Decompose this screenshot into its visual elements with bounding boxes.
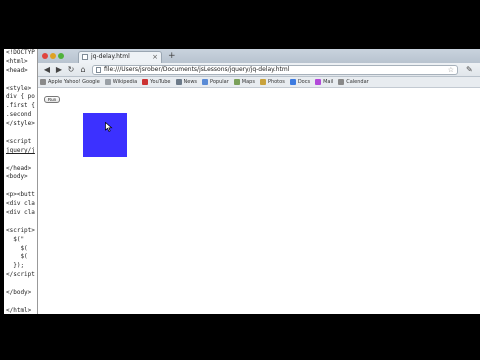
mouse-cursor-icon — [105, 122, 113, 132]
bookmark-item[interactable]: News — [174, 77, 198, 87]
bookmark-label: Docs — [297, 79, 311, 85]
code-line: <head> — [6, 66, 28, 74]
bookmark-item[interactable]: Calendar — [336, 77, 369, 87]
tab-strip: jq-delay.html × + — [38, 49, 480, 63]
tab-title: jq-delay.html — [91, 53, 130, 60]
code-editor[interactable]: <!DOCTYP <html> <head> <style> div { po .firs… — [4, 49, 38, 314]
code-line: </head> — [6, 164, 32, 172]
bookmark-icon — [315, 78, 322, 85]
browser-toolbar: ◀ ▶ ↻ ⌂ file:///Users/jsrober/Documents/… — [38, 63, 480, 77]
bookmark-label: Calendar — [346, 79, 369, 85]
home-button[interactable]: ⌂ — [78, 65, 88, 75]
letterbox-bottom — [0, 314, 480, 360]
code-line: .second — [6, 111, 32, 119]
code-line: <body> — [6, 173, 28, 181]
bookmark-label: Apple Yahoo! Google — [48, 79, 100, 85]
bookmark-icon — [233, 78, 240, 85]
code-line: </script — [6, 271, 35, 279]
tab-jq-delay[interactable]: jq-delay.html × — [78, 51, 162, 63]
browser-window: jq-delay.html × + ◀ ▶ ↻ ⌂ file:///Users/… — [38, 49, 480, 314]
bookmark-item[interactable]: Maps — [232, 77, 255, 87]
bookmark-icon — [289, 78, 296, 85]
bookmark-label: Wikipedia — [112, 79, 138, 85]
code-line: $( — [6, 244, 28, 252]
bookmark-label: Maps — [241, 79, 255, 85]
bookmark-icon — [175, 78, 182, 85]
back-button[interactable]: ◀ — [42, 65, 52, 75]
code-line: jquery/j — [6, 146, 35, 154]
bookmark-icon — [259, 78, 266, 85]
bookmark-icon — [202, 78, 209, 85]
code-line: .first { — [6, 102, 35, 110]
code-line: </html> — [6, 306, 32, 314]
bookmark-icon — [142, 78, 149, 85]
code-line: }); — [6, 262, 25, 270]
letterbox-top — [0, 0, 480, 46]
code-line: div { po — [6, 93, 35, 101]
bookmark-item[interactable]: Photos — [258, 77, 285, 87]
code-line: $( — [6, 253, 28, 261]
new-tab-button[interactable]: + — [168, 51, 176, 61]
bookmark-item[interactable]: Wikipedia — [103, 77, 138, 87]
bookmark-label: Photos — [267, 79, 285, 85]
bookmark-item[interactable]: Popular — [200, 77, 229, 87]
code-line: <html> — [6, 57, 28, 65]
code-line: </body> — [6, 289, 32, 297]
bookmark-label: News — [183, 79, 198, 85]
first-div — [83, 113, 127, 157]
code-line: <div cla — [6, 209, 35, 217]
bookmark-label: Mail — [323, 79, 334, 85]
bookmark-icon — [40, 78, 46, 85]
code-line: </style> — [6, 120, 35, 128]
code-line: <!DOCTYP — [6, 49, 35, 56]
window-close-icon[interactable] — [42, 53, 48, 59]
bookmark-icon — [104, 78, 111, 85]
page-viewport: Run — [38, 89, 480, 314]
reload-button[interactable]: ↻ — [66, 65, 76, 75]
window-maximize-icon[interactable] — [58, 53, 64, 59]
tab-close-icon[interactable]: × — [152, 52, 158, 62]
code-line: <script> — [6, 226, 35, 234]
code-line: $(" — [6, 235, 25, 243]
page-icon — [96, 67, 101, 73]
bookmark-item[interactable]: Apple Yahoo! Google — [38, 77, 100, 87]
bookmark-label: Popular — [210, 79, 229, 85]
wrench-menu-icon[interactable]: ✎ — [466, 65, 473, 75]
forward-button[interactable]: ▶ — [54, 65, 64, 75]
bookmarks-bar: Apple Yahoo! Google Wikipedia YouTube News P… — [38, 77, 480, 88]
bookmark-label: YouTube — [150, 79, 171, 85]
bookmark-item[interactable]: Mail — [313, 77, 334, 87]
page-favicon-icon — [82, 54, 88, 60]
run-button[interactable]: Run — [44, 96, 60, 103]
bookmark-icon — [338, 78, 345, 85]
code-line: <style> — [6, 84, 32, 92]
window-minimize-icon[interactable] — [50, 53, 56, 59]
address-text: file:///Users/jsrober/Documents/jsLesson… — [104, 66, 290, 73]
code-line: <script — [6, 137, 32, 145]
code-line: <p><butt — [6, 191, 35, 199]
address-bar[interactable]: file:///Users/jsrober/Documents/jsLesson… — [92, 65, 458, 75]
bookmark-item[interactable]: Docs — [288, 77, 311, 87]
code-line: <div cla — [6, 200, 35, 208]
bookmark-item[interactable]: YouTube — [140, 77, 171, 87]
bookmark-star-icon[interactable]: ☆ — [448, 66, 454, 74]
